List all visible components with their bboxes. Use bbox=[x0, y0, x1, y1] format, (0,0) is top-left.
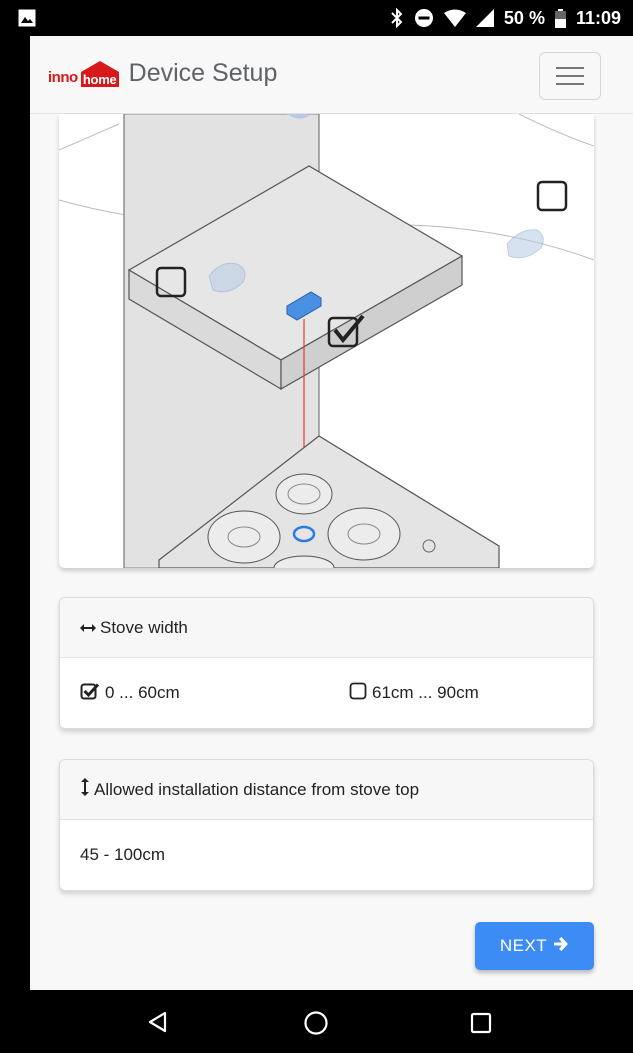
image-notification-icon bbox=[18, 9, 36, 32]
innohome-logo: inno home bbox=[48, 58, 121, 88]
unchecked-box-icon bbox=[349, 682, 367, 705]
stove-width-options: 0 ... 60cm 61cm ... 90cm bbox=[60, 658, 593, 728]
horizontal-arrows-icon bbox=[80, 618, 96, 638]
signal-icon bbox=[475, 9, 494, 27]
system-navigation-bar bbox=[0, 990, 633, 1053]
stove-width-card: Stove width 0 ... 60cm 61cm ... 90cm bbox=[59, 597, 594, 729]
status-bar: 50 % 11:09 bbox=[0, 0, 633, 36]
option-61-90cm[interactable]: 61cm ... 90cm bbox=[349, 682, 479, 705]
logo-inno-text: inno bbox=[48, 69, 78, 86]
installation-distance-card: Allowed installation distance from stove… bbox=[59, 759, 594, 891]
installation-illustration bbox=[59, 114, 594, 568]
installation-distance-value: 45 - 100cm bbox=[80, 845, 166, 864]
back-icon[interactable] bbox=[146, 1010, 170, 1039]
logo-home-text: home bbox=[82, 72, 117, 87]
next-button-label: NEXT bbox=[499, 936, 548, 955]
logo-home-badge: home bbox=[79, 60, 121, 88]
wifi-icon bbox=[443, 9, 466, 27]
clock: 11:09 bbox=[575, 7, 621, 28]
battery-icon bbox=[554, 8, 566, 28]
checked-box-icon bbox=[80, 681, 100, 706]
next-button[interactable]: NEXT bbox=[475, 922, 594, 970]
installation-distance-header: Allowed installation distance from stove… bbox=[60, 760, 593, 820]
option-0-60cm[interactable]: 0 ... 60cm bbox=[80, 681, 180, 706]
arrow-right-icon bbox=[553, 936, 569, 957]
home-icon[interactable] bbox=[303, 1010, 329, 1041]
menu-toggle-button[interactable] bbox=[539, 52, 601, 100]
vertical-arrows-icon bbox=[80, 778, 90, 801]
installation-distance-title: Allowed installation distance from stove… bbox=[94, 779, 420, 799]
hamburger-icon bbox=[556, 67, 584, 69]
brand[interactable]: inno home Device Setup bbox=[48, 58, 277, 88]
option-label: 0 ... 60cm bbox=[105, 683, 180, 702]
battery-percent: 50 % bbox=[503, 7, 545, 28]
option-label: 61cm ... 90cm bbox=[372, 683, 479, 702]
do-not-disturb-icon bbox=[414, 8, 434, 28]
recent-apps-icon[interactable] bbox=[470, 1012, 492, 1039]
page-title: Device Setup bbox=[128, 58, 278, 87]
app-content: inno home Device Setup Stove width 0 ...… bbox=[30, 36, 633, 990]
stove-width-title: Stove width bbox=[100, 617, 188, 637]
stove-width-header: Stove width bbox=[60, 598, 593, 658]
bluetooth-icon bbox=[390, 8, 404, 28]
top-navbar: inno home Device Setup bbox=[30, 36, 633, 114]
